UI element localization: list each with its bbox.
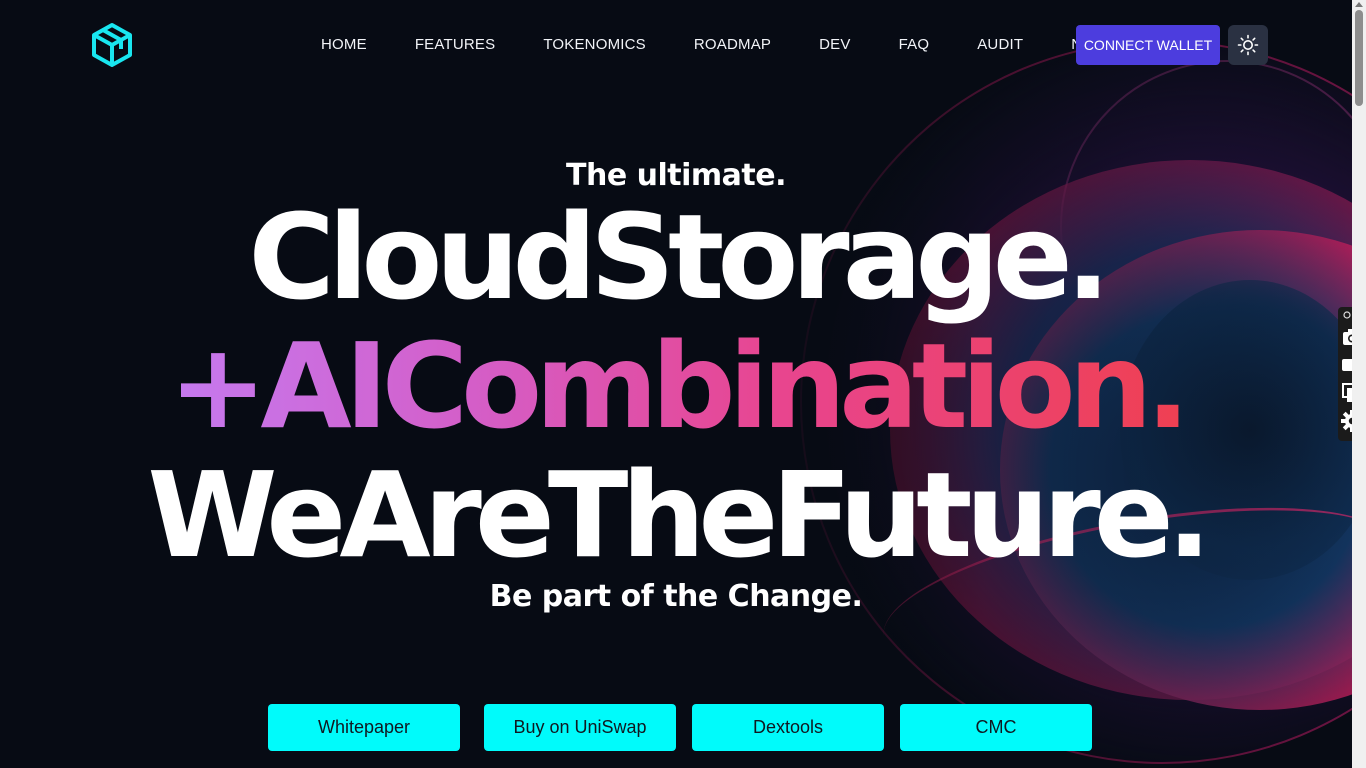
nav-audit[interactable]: AUDIT: [953, 32, 1047, 58]
nav-links-container: HOME FEATURES TOKENOMICS ROADMAP DEV FAQ…: [297, 32, 1077, 58]
nav-dev[interactable]: DEV: [795, 32, 874, 58]
whitepaper-button[interactable]: Whitepaper: [268, 704, 460, 751]
scroll-up-arrow-icon[interactable]: [1355, 2, 1363, 7]
cube-logo-icon[interactable]: [90, 22, 134, 68]
hero-line-future: WeAreTheFuture.: [147, 446, 1211, 584]
buy-uniswap-button[interactable]: Buy on UniSwap: [484, 704, 676, 751]
dextools-button[interactable]: Dextools: [692, 704, 884, 751]
nav-home[interactable]: HOME: [297, 32, 391, 58]
cmc-button[interactable]: CMC: [900, 704, 1092, 751]
theme-toggle-button[interactable]: [1228, 25, 1268, 65]
hero-gradient-text: +AICombination.: [168, 317, 1190, 455]
nav-faq[interactable]: FAQ: [875, 32, 954, 58]
nav-features[interactable]: FEATURES: [391, 32, 520, 58]
sun-icon: [1237, 34, 1259, 56]
top-navbar: HOME FEATURES TOKENOMICS ROADMAP DEV FAQ…: [0, 0, 1366, 90]
nav-roadmap[interactable]: ROADMAP: [670, 32, 795, 58]
hero-subline: Be part of the Change.: [489, 579, 863, 614]
nav-nft[interactable]: NFT: [1047, 32, 1077, 58]
hero-line-ai-combination: +AICombination.: [0, 327, 1352, 445]
nav-tokenomics[interactable]: TOKENOMICS: [519, 32, 670, 58]
scrollbar-thumb[interactable]: [1355, 10, 1363, 106]
connect-wallet-button[interactable]: CONNECT WALLET: [1076, 25, 1220, 65]
hero-line-cloudstorage: CloudStorage.: [248, 188, 1110, 326]
page-scrollbar[interactable]: [1352, 0, 1366, 768]
